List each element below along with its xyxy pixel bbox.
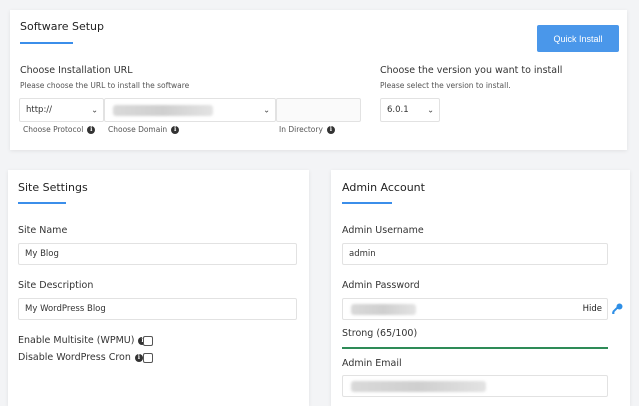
multisite-checkbox[interactable] [143,336,153,346]
admin-account-underline [342,202,392,204]
domain-value-redacted [113,105,213,116]
domain-caption-text: Choose Domain [108,125,168,134]
software-setup-underline [20,42,73,44]
protocol-select[interactable]: http:// ⌄ [19,98,104,122]
installation-url-heading: Choose Installation URL [20,65,133,76]
site-name-input[interactable]: My Blog [18,243,297,265]
site-settings-underline [18,202,66,204]
version-hint: Please select the version to install. [380,81,511,90]
info-icon[interactable]: i [87,125,96,134]
admin-account-title: Admin Account [342,181,425,194]
domain-caption: Choose Domain i [108,125,180,134]
hide-password-toggle[interactable]: Hide [583,304,602,314]
site-settings-card: Site Settings Site Name My Blog Site Des… [8,170,309,406]
chevron-down-icon: ⌄ [91,105,98,115]
directory-caption-text: In Directory [279,125,323,134]
admin-password-label: Admin Password [342,280,420,291]
quick-install-button[interactable]: Quick Install [537,25,619,52]
email-value-redacted [351,381,486,392]
software-setup-card: Software Setup Quick Install Choose Inst… [10,10,627,150]
site-description-label: Site Description [18,280,94,291]
info-icon[interactable]: i [134,353,143,362]
version-heading: Choose the version you want to install [380,65,563,76]
installation-url-hint: Please choose the URL to install the sof… [20,81,190,90]
multisite-label-text: Enable Multisite (WPMU) [18,335,135,346]
password-value-redacted [351,304,416,315]
chevron-down-icon: ⌄ [427,105,434,115]
software-setup-title: Software Setup [20,20,105,33]
key-icon[interactable] [610,301,624,315]
version-value: 6.0.1 [387,105,409,115]
site-settings-title: Site Settings [18,181,88,194]
admin-account-card: Admin Account Admin Username admin Admin… [331,170,630,406]
version-select[interactable]: 6.0.1 ⌄ [380,98,440,122]
admin-username-value: admin [349,249,376,259]
site-name-label: Site Name [18,225,68,236]
password-strength-bar [342,347,608,349]
password-strength-label: Strong (65/100) [342,328,418,339]
directory-caption: In Directory i [279,125,335,134]
multisite-label: Enable Multisite (WPMU) i [18,335,147,346]
cron-label: Disable WordPress Cron i [18,352,143,363]
admin-username-input[interactable]: admin [342,243,608,265]
protocol-value: http:// [26,105,53,115]
chevron-down-icon: ⌄ [263,105,270,115]
cron-label-text: Disable WordPress Cron [18,352,131,363]
info-icon[interactable]: i [171,125,180,134]
directory-input[interactable] [276,98,361,122]
protocol-caption-text: Choose Protocol [23,125,84,134]
admin-password-input[interactable]: Hide [342,298,608,320]
site-name-value: My Blog [25,249,59,259]
site-description-input[interactable]: My WordPress Blog [18,298,297,320]
admin-email-input[interactable] [342,375,608,397]
domain-select[interactable]: ⌄ [104,98,276,122]
protocol-caption: Choose Protocol i [23,125,96,134]
cron-checkbox[interactable] [143,353,153,363]
site-description-value: My WordPress Blog [25,304,106,314]
admin-email-label: Admin Email [342,358,402,369]
admin-username-label: Admin Username [342,225,424,236]
info-icon[interactable]: i [326,125,335,134]
